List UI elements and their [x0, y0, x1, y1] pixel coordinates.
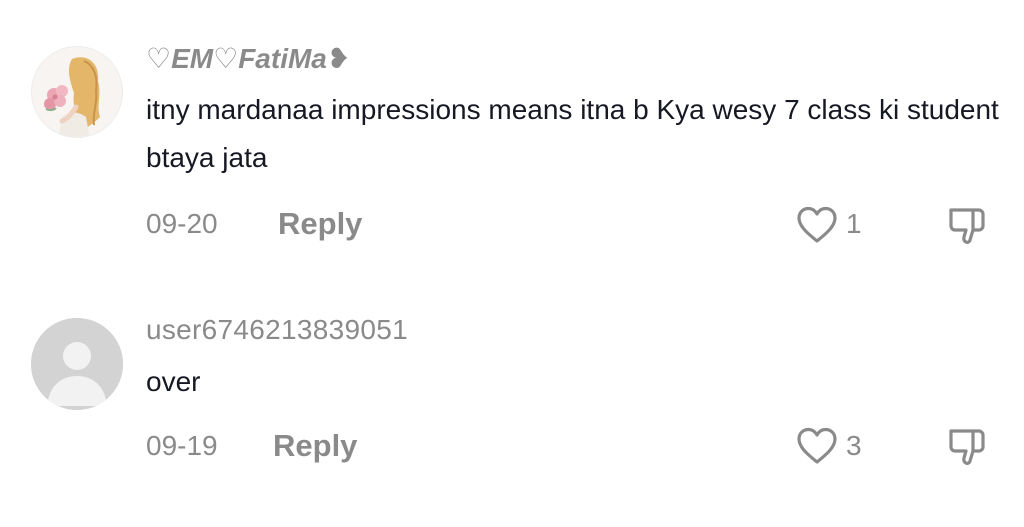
thumbs-down-icon[interactable] [946, 426, 988, 468]
heart-icon[interactable] [795, 205, 839, 245]
default-avatar-icon [31, 318, 123, 410]
avatar[interactable] [31, 46, 123, 138]
comment-date: 09-20 [146, 208, 218, 239]
like-count: 1 [846, 208, 862, 239]
comment-list: ♡EM♡FatiMa❥ itny mardanaa impressions me… [0, 0, 1024, 527]
comment-text: over [146, 366, 201, 397]
reply-button[interactable]: Reply [273, 428, 357, 464]
like-count: 3 [846, 430, 862, 461]
username[interactable]: user6746213839051 [146, 314, 408, 346]
profile-photo-icon [32, 47, 122, 137]
comment-date: 09-19 [146, 430, 218, 461]
comment-text: itny mardanaa impressions means itna b K… [146, 94, 999, 173]
comment-item: ♡EM♡FatiMa❥ itny mardanaa impressions me… [0, 0, 1024, 270]
comment-item: user6746213839051 over 09-19 Reply 3 [0, 290, 1024, 527]
reply-button[interactable]: Reply [278, 206, 362, 242]
avatar[interactable] [31, 318, 123, 410]
thumbs-down-icon[interactable] [946, 205, 988, 247]
username[interactable]: ♡EM♡FatiMa❥ [146, 42, 350, 75]
heart-icon[interactable] [795, 426, 839, 466]
